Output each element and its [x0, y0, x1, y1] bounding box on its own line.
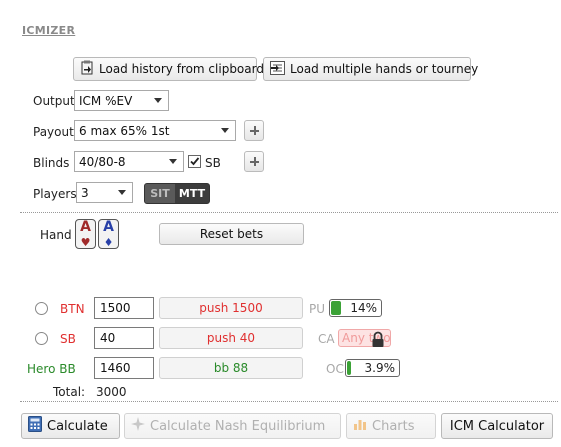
- payout-select[interactable]: 6 max 65% 1st: [74, 120, 236, 141]
- stack-input-btn[interactable]: 1500: [94, 297, 154, 319]
- divider: [20, 212, 558, 213]
- hand-card-2[interactable]: A ♦: [98, 219, 119, 249]
- output-select[interactable]: ICM %EV: [74, 90, 169, 111]
- payout-label: Payout: [33, 125, 74, 139]
- players-select-value: 3: [81, 185, 89, 200]
- stat-label-pu: PU: [309, 302, 326, 316]
- calculator-icon: [28, 416, 42, 436]
- players-label: Players: [33, 187, 77, 201]
- sparkle-icon: [131, 417, 145, 435]
- load-multiple-label: Load multiple hands or tourney: [290, 62, 479, 76]
- meter-fill: [347, 361, 351, 375]
- action-button-sb[interactable]: push 40: [159, 327, 303, 349]
- load-history-label: Load history from clipboard: [99, 62, 264, 76]
- sb-checkbox[interactable]: [188, 155, 201, 168]
- overcall-range-meter[interactable]: 3.9%: [345, 359, 400, 377]
- calculate-nash-button[interactable]: Calculate Nash Equilibrium: [124, 413, 341, 439]
- blinds-select[interactable]: 40/80-8: [74, 151, 184, 172]
- radio-btn[interactable]: [35, 302, 48, 315]
- bar-chart-icon: [353, 417, 367, 435]
- meter-value: 14%: [350, 301, 377, 315]
- calculate-label: Calculate: [47, 418, 108, 434]
- players-select[interactable]: 3: [76, 182, 133, 203]
- add-payout-button[interactable]: [244, 120, 264, 141]
- output-select-value: ICM %EV: [79, 93, 133, 108]
- toggle-mtt-option[interactable]: MTT: [175, 184, 209, 203]
- reset-bets-label: Reset bets: [199, 227, 264, 241]
- stack-input-bb[interactable]: 1460: [94, 357, 154, 379]
- clipboard-icon: [80, 60, 94, 78]
- calculate-button[interactable]: Calculate: [21, 413, 120, 439]
- total-value: 3000: [96, 385, 127, 399]
- chevron-down-icon: [169, 159, 177, 164]
- add-blinds-button[interactable]: [244, 151, 264, 172]
- sb-checkbox-label: SB: [205, 156, 221, 170]
- stat-label-oc: OC: [326, 362, 344, 376]
- chevron-down-icon: [221, 128, 229, 133]
- app-title[interactable]: ICMIZER: [22, 24, 75, 37]
- lock-icon[interactable]: [371, 331, 385, 351]
- multiple-hands-icon: [270, 60, 285, 78]
- load-history-button[interactable]: Load history from clipboard: [73, 57, 264, 81]
- charts-label: Charts: [372, 418, 415, 434]
- stack-input-sb[interactable]: 40: [94, 327, 154, 349]
- row-label-bb: Hero BB: [27, 362, 76, 376]
- total-label: Total:: [53, 385, 86, 399]
- card-rank: A: [80, 219, 91, 235]
- push-range-meter[interactable]: 14%: [329, 299, 382, 317]
- radio-sb[interactable]: [35, 332, 48, 345]
- row-label-btn: BTN: [60, 302, 85, 316]
- heart-icon: ♥: [80, 236, 91, 249]
- row-label-sb: SB: [60, 332, 76, 346]
- diamond-icon: ♦: [103, 236, 114, 249]
- load-multiple-button[interactable]: Load multiple hands or tourney: [263, 57, 478, 81]
- hand-card-1[interactable]: A ♥: [75, 219, 96, 249]
- calculate-nash-label: Calculate Nash Equilibrium: [150, 418, 326, 434]
- output-label: Output: [33, 94, 75, 108]
- card-rank: A: [103, 219, 114, 235]
- blinds-label: Blinds: [33, 156, 70, 170]
- blinds-select-value: 40/80-8: [79, 154, 126, 169]
- icm-calculator-button[interactable]: ICM Calculator: [441, 413, 553, 439]
- meter-value: 3.9%: [364, 361, 396, 375]
- stat-label-ca: CA: [318, 332, 335, 346]
- chevron-down-icon: [118, 190, 126, 195]
- chevron-down-icon: [154, 98, 162, 103]
- action-button-btn[interactable]: push 1500: [159, 297, 303, 319]
- divider: [20, 401, 558, 402]
- checkmark-icon: [190, 157, 200, 166]
- hand-label: Hand: [40, 228, 72, 242]
- reset-bets-button[interactable]: Reset bets: [159, 223, 304, 245]
- action-button-bb[interactable]: bb 88: [159, 357, 303, 379]
- meter-fill: [331, 301, 341, 315]
- icm-calculator-label: ICM Calculator: [449, 418, 545, 434]
- toggle-sit-option[interactable]: SIT: [145, 184, 175, 203]
- sit-mtt-toggle[interactable]: SIT MTT: [144, 183, 210, 204]
- payout-select-value: 6 max 65% 1st: [79, 123, 170, 138]
- charts-button[interactable]: Charts: [346, 413, 436, 439]
